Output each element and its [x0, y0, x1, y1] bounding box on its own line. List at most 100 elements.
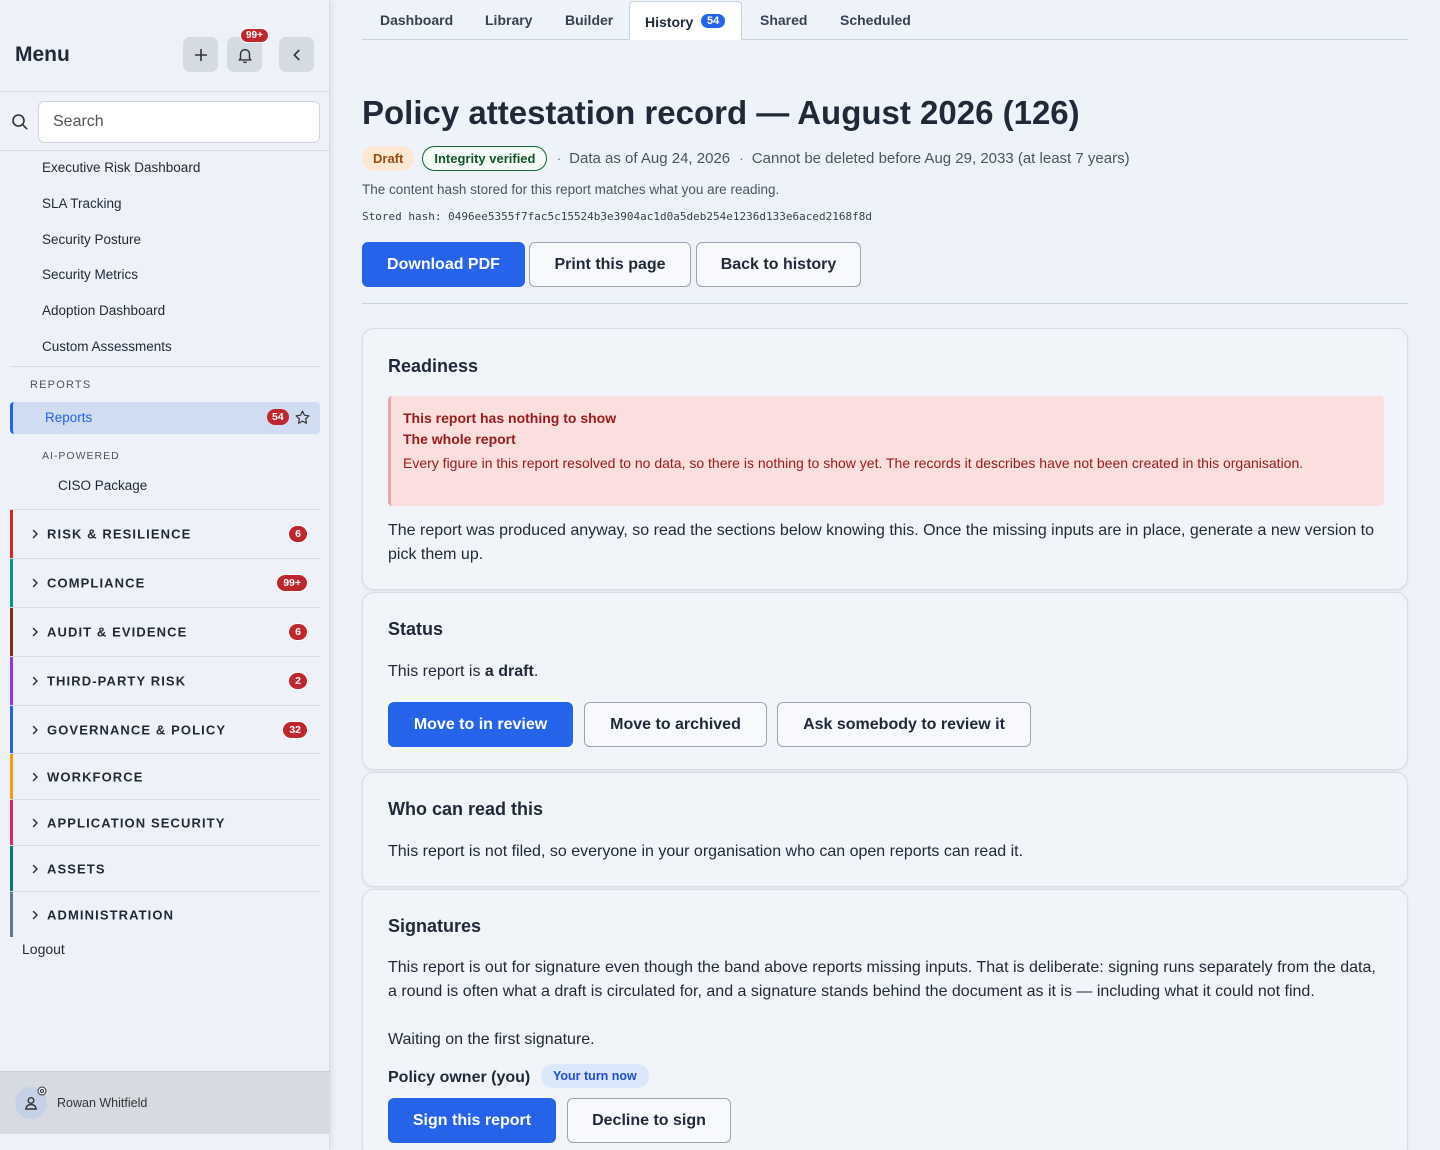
nav-adoption-dashboard[interactable]: Adoption Dashboard: [42, 303, 165, 318]
group-application-security[interactable]: APPLICATION SECURITY: [10, 800, 320, 845]
data-as-of: Data as of Aug 24, 2026: [569, 149, 731, 167]
access-title: Who can read this: [388, 799, 544, 819]
group-badge: 2: [288, 672, 308, 690]
back-to-history-button[interactable]: Back to history: [696, 242, 861, 287]
move-to-in-review-button[interactable]: Move to in review: [388, 702, 573, 747]
reports-section-label: REPORTS: [30, 379, 92, 391]
search-input[interactable]: [38, 101, 320, 143]
search-icon: [12, 114, 28, 130]
group-label: AUDIT & EVIDENCE: [47, 624, 188, 640]
download-pdf-button[interactable]: Download PDF: [362, 242, 525, 287]
signatures-waiting: Waiting on the first signature.: [388, 1031, 595, 1048]
status-prefix: This report is: [388, 663, 485, 680]
sidebar: Menu 99+ Executive Risk Dashboard SLA Tr…: [0, 0, 330, 1150]
tab-builder[interactable]: Builder: [565, 12, 613, 28]
header-divider: [362, 303, 1408, 304]
stored-hash: Stored hash: 0496ee5355f7fac5c15524b3e39…: [362, 210, 872, 223]
tab-shared[interactable]: Shared: [760, 12, 807, 28]
hash-label: Stored hash:: [362, 210, 442, 223]
group-administration[interactable]: ADMINISTRATION: [10, 892, 320, 937]
collapse-sidebar-button[interactable]: [279, 37, 314, 72]
reports-count-badge: 54: [267, 409, 289, 425]
signatures-text: This report is out for signature even th…: [388, 959, 1376, 1000]
meta-separator: ·: [556, 150, 562, 166]
nav-custom-assessments[interactable]: Custom Assessments: [42, 339, 172, 354]
group-label: THIRD-PARTY RISK: [47, 673, 187, 689]
sidebar-header: Menu 99+: [0, 0, 329, 92]
tab-history[interactable]: History 54: [629, 1, 742, 40]
tab-library[interactable]: Library: [485, 12, 532, 28]
signatures-card: Signatures This report is out for signat…: [362, 889, 1408, 1150]
user-footer[interactable]: Rowan Whitfield: [0, 1071, 330, 1134]
chevron-right-icon: [32, 627, 38, 637]
status-text: This report is a draft.: [388, 660, 538, 684]
plus-icon: [194, 48, 207, 61]
add-button[interactable]: [183, 37, 218, 72]
group-label: GOVERNANCE & POLICY: [47, 722, 227, 737]
status-value: a draft: [484, 663, 534, 680]
your-turn-badge: Your turn now: [541, 1064, 649, 1088]
group-workforce[interactable]: WORKFORCE: [10, 754, 320, 799]
chevron-right-icon: [32, 578, 38, 588]
access-text: This report is not filed, so everyone in…: [388, 843, 1024, 860]
group-third-party-risk[interactable]: THIRD-PARTY RISK 2: [10, 657, 320, 705]
tab-dashboard[interactable]: Dashboard: [380, 12, 453, 28]
sign-report-button[interactable]: Sign this report: [388, 1098, 556, 1143]
user-icon: [24, 1097, 38, 1110]
reports-label: Reports: [45, 410, 93, 425]
notifications-badge: 99+: [240, 28, 269, 43]
group-governance-policy[interactable]: GOVERNANCE & POLICY 32: [10, 706, 320, 753]
logout-link[interactable]: Logout: [22, 941, 65, 957]
nav-sla-tracking[interactable]: SLA Tracking: [42, 196, 122, 211]
group-badge: 6: [288, 525, 308, 543]
group-audit-evidence[interactable]: AUDIT & EVIDENCE 6: [10, 608, 320, 656]
chevron-left-icon: [292, 49, 300, 60]
group-risk-resilience[interactable]: RISK & RESILIENCE 6: [10, 510, 320, 558]
chevron-right-icon: [32, 725, 38, 734]
move-to-archived-button[interactable]: Move to archived: [584, 702, 767, 747]
alert-text: Every figure in this report resolved to …: [403, 455, 1304, 471]
star-icon[interactable]: [294, 409, 311, 426]
group-badge: 99+: [276, 574, 308, 592]
nav-security-metrics[interactable]: Security Metrics: [42, 267, 138, 282]
access-card: Who can read this This report is not fil…: [362, 772, 1408, 887]
group-badge: 32: [282, 720, 308, 739]
chevron-right-icon: [32, 864, 38, 873]
group-label: APPLICATION SECURITY: [47, 815, 226, 830]
readiness-card: Readiness This report has nothing to sho…: [362, 328, 1408, 590]
group-compliance[interactable]: COMPLIANCE 99+: [10, 559, 320, 607]
decline-sign-button[interactable]: Decline to sign: [567, 1098, 731, 1143]
notifications-button[interactable]: 99+: [227, 28, 269, 72]
ai-section-label: AI-POWERED: [42, 450, 120, 462]
draft-badge: Draft: [362, 145, 415, 171]
ask-review-button[interactable]: Ask somebody to review it: [777, 702, 1031, 747]
menu-title: Menu: [15, 43, 70, 66]
retention-notice: Cannot be deleted before Aug 29, 2033 (a…: [751, 149, 1130, 167]
status-card: Status This report is a draft. Move to i…: [362, 592, 1408, 770]
tab-history-badge: 54: [701, 14, 726, 28]
hash-note: The content hash stored for this report …: [362, 182, 780, 197]
tab-bar: Dashboard Library Builder History 54 Sha…: [362, 0, 1408, 40]
group-label: COMPLIANCE: [47, 575, 146, 591]
group-assets[interactable]: ASSETS: [10, 846, 320, 891]
nav-executive-risk-dashboard[interactable]: Executive Risk Dashboard: [42, 160, 200, 175]
search-row: [0, 93, 330, 151]
readiness-body: The report was produced anyway, so read …: [388, 522, 1375, 563]
status-title: Status: [388, 619, 444, 639]
nav-security-posture[interactable]: Security Posture: [42, 232, 141, 247]
integrity-verified-badge: Integrity verified: [422, 145, 548, 171]
nav-ciso-package[interactable]: CISO Package: [58, 478, 147, 493]
sidebar-item-reports[interactable]: Reports 54: [10, 402, 320, 434]
chevron-right-icon: [32, 910, 38, 919]
print-page-button[interactable]: Print this page: [529, 242, 691, 287]
alert-title: This report has nothing to show: [403, 410, 617, 426]
chevron-right-icon: [32, 529, 38, 539]
tab-scheduled[interactable]: Scheduled: [840, 12, 911, 28]
report-meta: Draft Integrity verified · Data as of Au…: [362, 143, 1130, 173]
status-suffix: .: [533, 663, 539, 680]
gear-icon: [37, 1086, 47, 1096]
meta-separator: ·: [739, 150, 744, 166]
main-content: Dashboard Library Builder History 54 Sha…: [362, 0, 1408, 1150]
group-badge: 6: [288, 623, 308, 641]
group-label: RISK & RESILIENCE: [47, 526, 192, 542]
